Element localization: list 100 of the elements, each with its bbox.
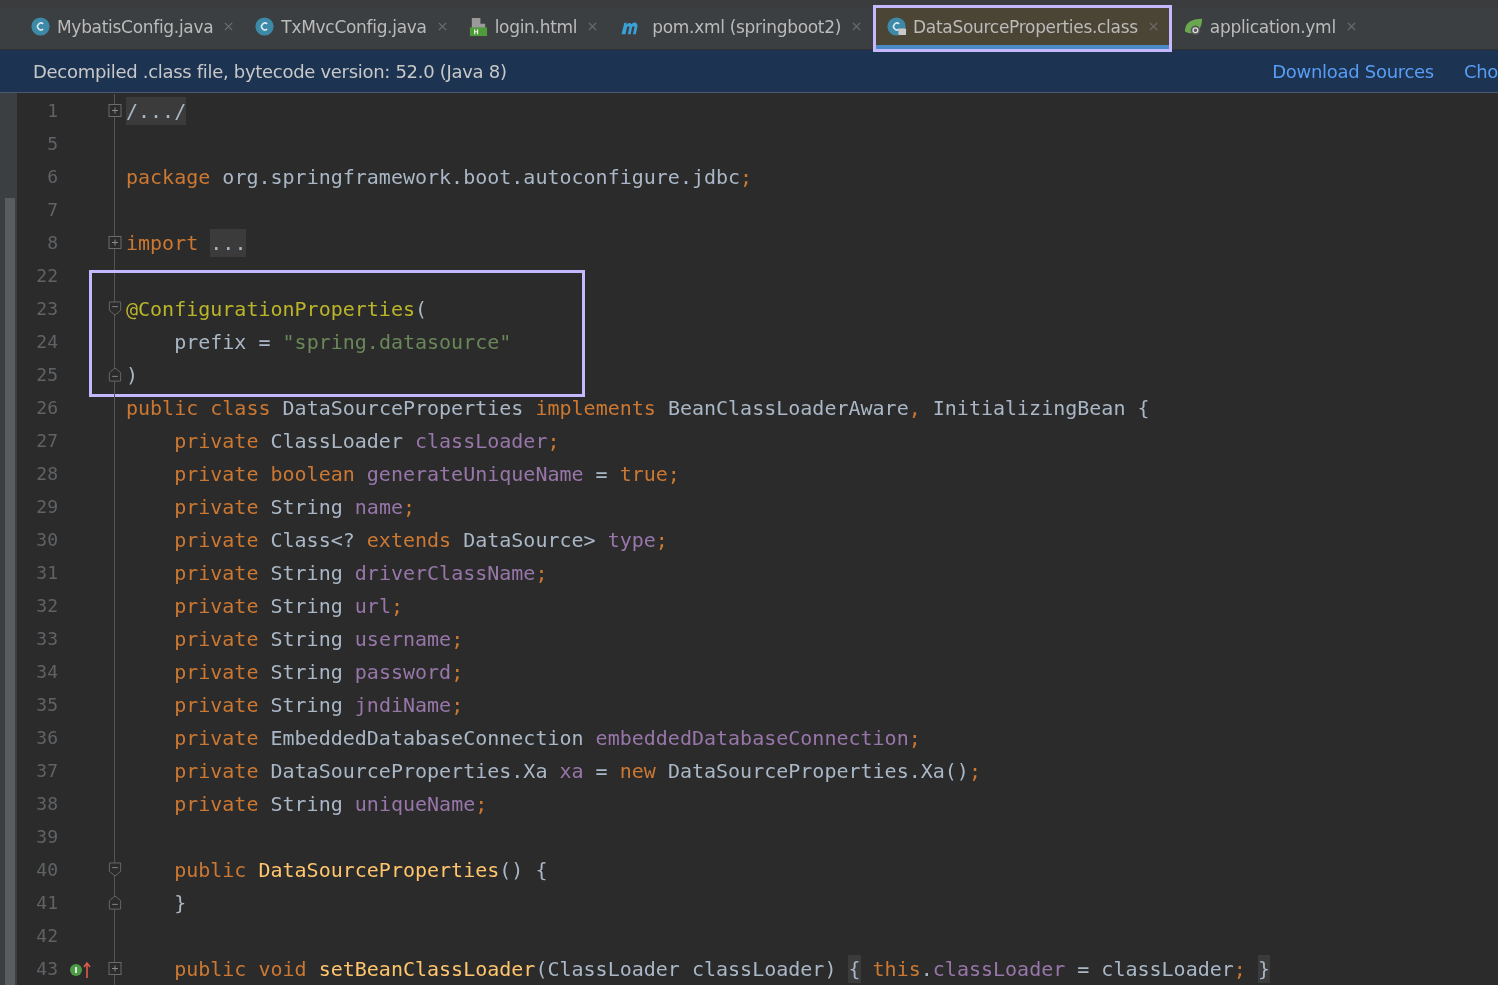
code-text: org.springframework.boot.autoconfigure.jdbc bbox=[221, 164, 741, 189]
editor-tab[interactable]: TxMvcConfig.java bbox=[244, 8, 458, 49]
code-text: DataSourceProperties bbox=[282, 395, 525, 420]
line-number: 28 bbox=[35, 463, 58, 484]
method-name: setBeanClassLoader bbox=[318, 956, 536, 981]
line-number: 43 bbox=[35, 958, 58, 979]
close-icon[interactable] bbox=[851, 21, 863, 32]
line-number: 29 bbox=[35, 496, 58, 517]
expand-fold-icon[interactable] bbox=[107, 961, 122, 976]
keyword-text: ; bbox=[451, 692, 464, 717]
line-number: 42 bbox=[35, 925, 58, 946]
line-number: 25 bbox=[35, 364, 58, 385]
folded-code[interactable]: { bbox=[848, 954, 861, 983]
html-file-icon bbox=[467, 16, 489, 37]
string-literal: "spring.datasource" bbox=[282, 329, 512, 354]
keyword-text: ; bbox=[535, 560, 548, 585]
keyword-text: ; bbox=[908, 725, 921, 750]
code-text: InitializingBean { bbox=[931, 395, 1150, 420]
field-name: xa bbox=[559, 758, 584, 783]
code-text: BeanClassLoaderAware bbox=[667, 395, 909, 420]
field-name: password bbox=[354, 659, 452, 684]
close-icon[interactable] bbox=[436, 21, 448, 32]
code-text: = bbox=[594, 758, 609, 783]
banner-link[interactable]: Download Sources bbox=[1272, 60, 1434, 82]
close-icon[interactable] bbox=[1345, 21, 1357, 32]
keyword-text: true; bbox=[619, 461, 680, 486]
line-number: 37 bbox=[35, 760, 58, 781]
line-number: 33 bbox=[35, 628, 58, 649]
line-number: 24 bbox=[35, 331, 58, 352]
field-name: username bbox=[354, 626, 452, 651]
keyword-text: private boolean bbox=[173, 461, 356, 486]
code-text: String bbox=[270, 791, 344, 816]
collapse-fold-icon[interactable] bbox=[107, 862, 122, 877]
keyword-text: ; bbox=[475, 791, 488, 816]
keyword-text: private bbox=[173, 692, 260, 717]
line-number: 39 bbox=[35, 826, 58, 847]
keyword-text: package bbox=[126, 164, 211, 189]
line-number: 22 bbox=[35, 265, 58, 286]
keyword-text: ; bbox=[451, 659, 464, 684]
code-text: = bbox=[594, 461, 609, 486]
class-icon bbox=[254, 16, 276, 37]
code-text: String bbox=[270, 560, 344, 585]
annotation-text: @ConfigurationProperties bbox=[126, 296, 415, 321]
editor-tab[interactable]: MybatisConfig.java bbox=[20, 8, 245, 49]
keyword-text: private bbox=[173, 791, 260, 816]
folded-code[interactable]: ... bbox=[210, 228, 247, 257]
expand-fold-icon[interactable] bbox=[107, 103, 122, 118]
banner-link[interactable]: Cho bbox=[1463, 60, 1498, 82]
editor-tab[interactable]: login.html bbox=[457, 8, 609, 49]
code-text: prefix = bbox=[173, 329, 272, 354]
keyword-text: ; bbox=[968, 758, 981, 783]
code-text: EmbeddedDatabaseConnection bbox=[270, 725, 585, 750]
line-number: 34 bbox=[35, 661, 58, 682]
keyword-text: public bbox=[173, 857, 248, 882]
line-number: 38 bbox=[35, 793, 58, 814]
keyword-text: private bbox=[173, 659, 260, 684]
code-text: String bbox=[270, 692, 344, 717]
keyword-text: ; bbox=[390, 593, 403, 618]
line-number: 32 bbox=[35, 595, 58, 616]
code-text: DataSourceProperties.Xa() bbox=[667, 758, 969, 783]
line-number: 35 bbox=[35, 694, 58, 715]
code-text: (ClassLoader classLoader) bbox=[535, 956, 838, 981]
line-number: 7 bbox=[46, 199, 58, 220]
line-number: 1 bbox=[46, 100, 58, 121]
line-number: 27 bbox=[35, 430, 58, 451]
keyword-text: private bbox=[173, 593, 260, 618]
field-name: uniqueName bbox=[354, 791, 476, 816]
close-icon[interactable] bbox=[1147, 21, 1159, 32]
code-text: } bbox=[173, 890, 187, 915]
keyword-text: import bbox=[126, 230, 200, 255]
keyword-text: ; bbox=[740, 164, 753, 189]
code-text: String bbox=[270, 494, 344, 519]
scrollbar-thumb[interactable] bbox=[5, 198, 15, 985]
fold-end-icon[interactable] bbox=[107, 367, 122, 382]
keyword-text: ; bbox=[655, 527, 668, 552]
keyword-text: private bbox=[173, 758, 260, 783]
folded-code[interactable]: /.../ bbox=[126, 96, 187, 125]
folded-code[interactable]: } bbox=[1257, 954, 1270, 983]
keyword-text: this bbox=[871, 956, 921, 981]
keyword-text: ; bbox=[451, 626, 464, 651]
code-text: String bbox=[270, 626, 344, 651]
line-number: 23 bbox=[35, 298, 58, 319]
field-name: name bbox=[354, 494, 403, 519]
close-icon[interactable] bbox=[223, 21, 235, 32]
expand-fold-icon[interactable] bbox=[107, 235, 122, 250]
field-name: classLoader bbox=[932, 956, 1066, 981]
keyword-text: private bbox=[173, 527, 260, 552]
keyword-text: extends bbox=[366, 527, 453, 552]
code-text: DataSource> bbox=[463, 527, 597, 552]
editor-tab[interactable]: application.yml bbox=[1172, 8, 1367, 49]
line-number: 40 bbox=[35, 859, 58, 880]
close-icon[interactable] bbox=[587, 21, 599, 32]
banner-message: Decompiled .class file, bytecode version: 52.0 (Java 8) bbox=[33, 60, 507, 82]
editor-tab[interactable]: pom.xml (springboot2) bbox=[608, 8, 873, 49]
editor-tab[interactable]: DataSourceProperties.class bbox=[876, 8, 1169, 49]
collapse-fold-icon[interactable] bbox=[107, 301, 122, 316]
spring-leaf-icon bbox=[1182, 16, 1204, 37]
code-text: ) bbox=[126, 362, 139, 387]
keyword-text: private bbox=[173, 725, 260, 750]
fold-end-icon[interactable] bbox=[107, 895, 122, 910]
